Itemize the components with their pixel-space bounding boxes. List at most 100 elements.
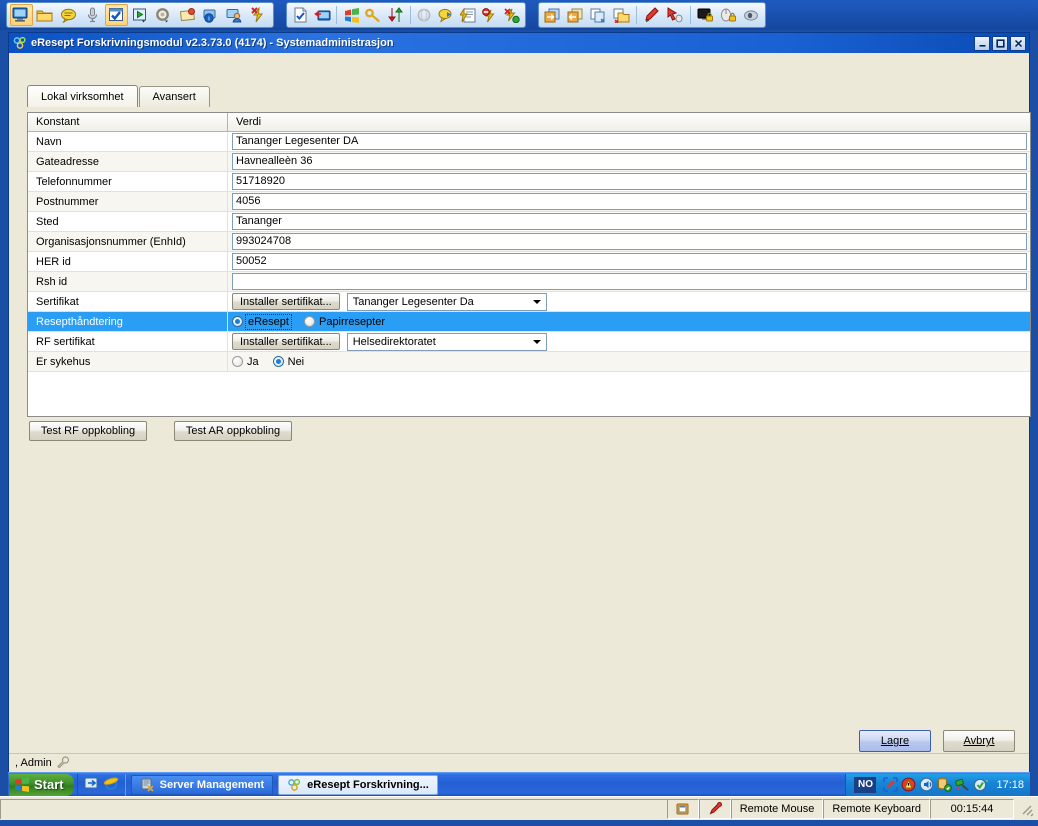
chevron-down-icon[interactable]	[528, 333, 545, 350]
microphone-icon[interactable]	[81, 4, 104, 26]
remote-screen-transfer-icon[interactable]	[312, 4, 333, 26]
tab-avansert[interactable]: Avansert	[138, 86, 210, 107]
taskbar-button-eresept[interactable]: eResept Forskrivning...	[278, 774, 438, 795]
lock-screen-icon[interactable]	[695, 4, 717, 26]
table-row: HER id 50052	[28, 252, 1030, 272]
window-title-bar[interactable]: eResept Forskrivningsmodul v2.3.73.0 (41…	[9, 33, 1029, 53]
table-row: Rsh id	[28, 272, 1030, 292]
row-label-sertifikat: Sertifikat	[28, 292, 228, 311]
sertifikat-combo[interactable]: Tananger Legesenter Da	[346, 292, 547, 311]
taskbar-button-server-management[interactable]: Server Management	[130, 774, 274, 795]
property-grid: Konstant Verdi Navn Tananger Legesenter …	[27, 112, 1031, 417]
folder-remove-icon[interactable]	[610, 4, 632, 26]
lagre-button-label: Lagre	[880, 735, 910, 747]
task-check-icon[interactable]	[290, 4, 311, 26]
radio-label: Papirresepter	[318, 315, 386, 328]
lightning-ok-icon[interactable]	[501, 4, 522, 26]
file-send-icon[interactable]	[542, 4, 564, 26]
key-security-icon[interactable]	[363, 4, 384, 26]
lightning-disconnect-icon[interactable]	[247, 4, 270, 26]
test-ar-oppkobling-button[interactable]: Test AR oppkobling	[174, 421, 292, 441]
tab-label: Avansert	[152, 91, 196, 103]
pointer-arrow-icon[interactable]	[664, 4, 686, 26]
chat-transfer-icon[interactable]	[436, 4, 457, 26]
script-lightning-icon[interactable]	[458, 4, 479, 26]
rf-sertifikat-combo[interactable]: Helsedirektoratet	[346, 332, 547, 351]
restore-window-icon[interactable]	[666, 798, 699, 819]
pen-marker-icon[interactable]	[641, 4, 663, 26]
checklist-selected-icon[interactable]	[104, 4, 128, 26]
network-connection-icon[interactable]	[883, 777, 899, 792]
lagre-button[interactable]: Lagre	[859, 730, 931, 752]
eye-hidden-icon[interactable]	[740, 4, 762, 26]
row-label-sted: Sted	[28, 212, 228, 231]
start-button[interactable]: Start	[9, 773, 74, 796]
postnummer-input[interactable]: 4056	[232, 193, 1027, 210]
keyboard-layout-indicator[interactable]: NO	[854, 776, 877, 793]
remote-desktop-icon[interactable]	[10, 4, 33, 26]
system-tray: NO 17:18	[845, 773, 1030, 796]
clock[interactable]: 17:18	[996, 779, 1024, 791]
updown-arrows-icon[interactable]	[385, 4, 406, 26]
globe-disabled-icon[interactable]	[414, 4, 435, 26]
rsh-id-input[interactable]	[232, 273, 1027, 290]
remote-desktop-frame: i eResept Forskrivningsmodul v2.3.73.0 (…	[0, 0, 1038, 826]
installer-rf-sertifikat-button[interactable]: Installer sertifikat...	[232, 333, 340, 350]
radio-button-icon[interactable]	[232, 356, 243, 367]
row-value-cell: Installer sertifikat... Tananger Legesen…	[228, 292, 1030, 311]
close-button[interactable]	[1010, 35, 1026, 51]
installer-sertifikat-button[interactable]: Installer sertifikat...	[232, 293, 340, 310]
organisasjonsnummer-input[interactable]: 993024708	[232, 233, 1027, 250]
remote-mouse-status[interactable]: Remote Mouse	[730, 798, 824, 819]
telefonnummer-input[interactable]: 51718920	[232, 173, 1027, 190]
show-desktop-icon[interactable]	[84, 776, 99, 794]
radio-eresept[interactable]: eResept	[232, 313, 292, 330]
block-lightning-icon[interactable]	[480, 4, 501, 26]
update-ready-icon[interactable]	[973, 777, 989, 792]
session-timer: 00:15:44	[930, 798, 1014, 819]
user-account-icon[interactable]	[224, 4, 247, 26]
remote-keyboard-status[interactable]: Remote Keyboard	[823, 798, 930, 819]
gateadresse-input[interactable]: Havnealleèn 36	[232, 153, 1027, 170]
folder-icon[interactable]	[34, 4, 57, 26]
lock-mouse-icon[interactable]	[717, 4, 739, 26]
gear-options-icon[interactable]	[152, 4, 175, 26]
navn-input[interactable]: Tananger Legesenter DA	[232, 133, 1027, 150]
her-id-input[interactable]: 50052	[232, 253, 1027, 270]
database-sync-icon[interactable]	[937, 777, 953, 792]
file-receive-icon[interactable]	[565, 4, 587, 26]
minimize-button[interactable]	[974, 35, 990, 51]
radio-nei[interactable]: Nei	[272, 356, 304, 368]
grid-header-row: Konstant Verdi	[28, 113, 1030, 132]
radio-papirresepter[interactable]: Papirresepter	[303, 315, 386, 328]
avbryt-button[interactable]: Avbryt	[943, 730, 1015, 752]
sted-input[interactable]: Tananger	[232, 213, 1027, 230]
radio-button-icon[interactable]	[272, 356, 284, 367]
test-rf-oppkobling-button[interactable]: Test RF oppkobling	[29, 421, 147, 441]
maximize-button[interactable]	[992, 35, 1008, 51]
sound-volume-icon[interactable]	[919, 777, 934, 792]
window-title: eResept Forskrivningsmodul v2.3.73.0 (41…	[31, 37, 394, 49]
server-management-icon	[141, 778, 154, 792]
pin-icon[interactable]	[698, 798, 731, 819]
windows-flag-icon[interactable]	[341, 4, 362, 26]
file-copy-icon[interactable]	[588, 4, 610, 26]
run-green-play-icon[interactable]	[129, 4, 152, 26]
chat-balloon-icon[interactable]	[57, 4, 80, 26]
chevron-down-icon[interactable]	[528, 293, 545, 310]
antivirus-shield-icon[interactable]	[901, 777, 916, 792]
row-value-cell	[228, 272, 1030, 291]
tab-lokal-virksomhet[interactable]: Lokal virksomhet	[27, 85, 138, 107]
sertifikat-combo-value: Tananger Legesenter Da	[352, 295, 474, 308]
radio-button-icon[interactable]	[232, 316, 243, 327]
notes-icon[interactable]	[176, 4, 199, 26]
svg-text:i: i	[208, 15, 209, 22]
info-user-icon[interactable]: i	[200, 4, 223, 26]
wrench-icon	[56, 755, 69, 771]
radio-ja[interactable]: Ja	[232, 356, 259, 368]
radio-button-icon[interactable]	[303, 316, 315, 327]
toolbar-group-transfer	[538, 2, 766, 28]
network-cable-icon[interactable]	[955, 777, 970, 792]
resize-grip[interactable]	[1018, 801, 1034, 817]
internet-explorer-icon[interactable]	[103, 776, 119, 794]
